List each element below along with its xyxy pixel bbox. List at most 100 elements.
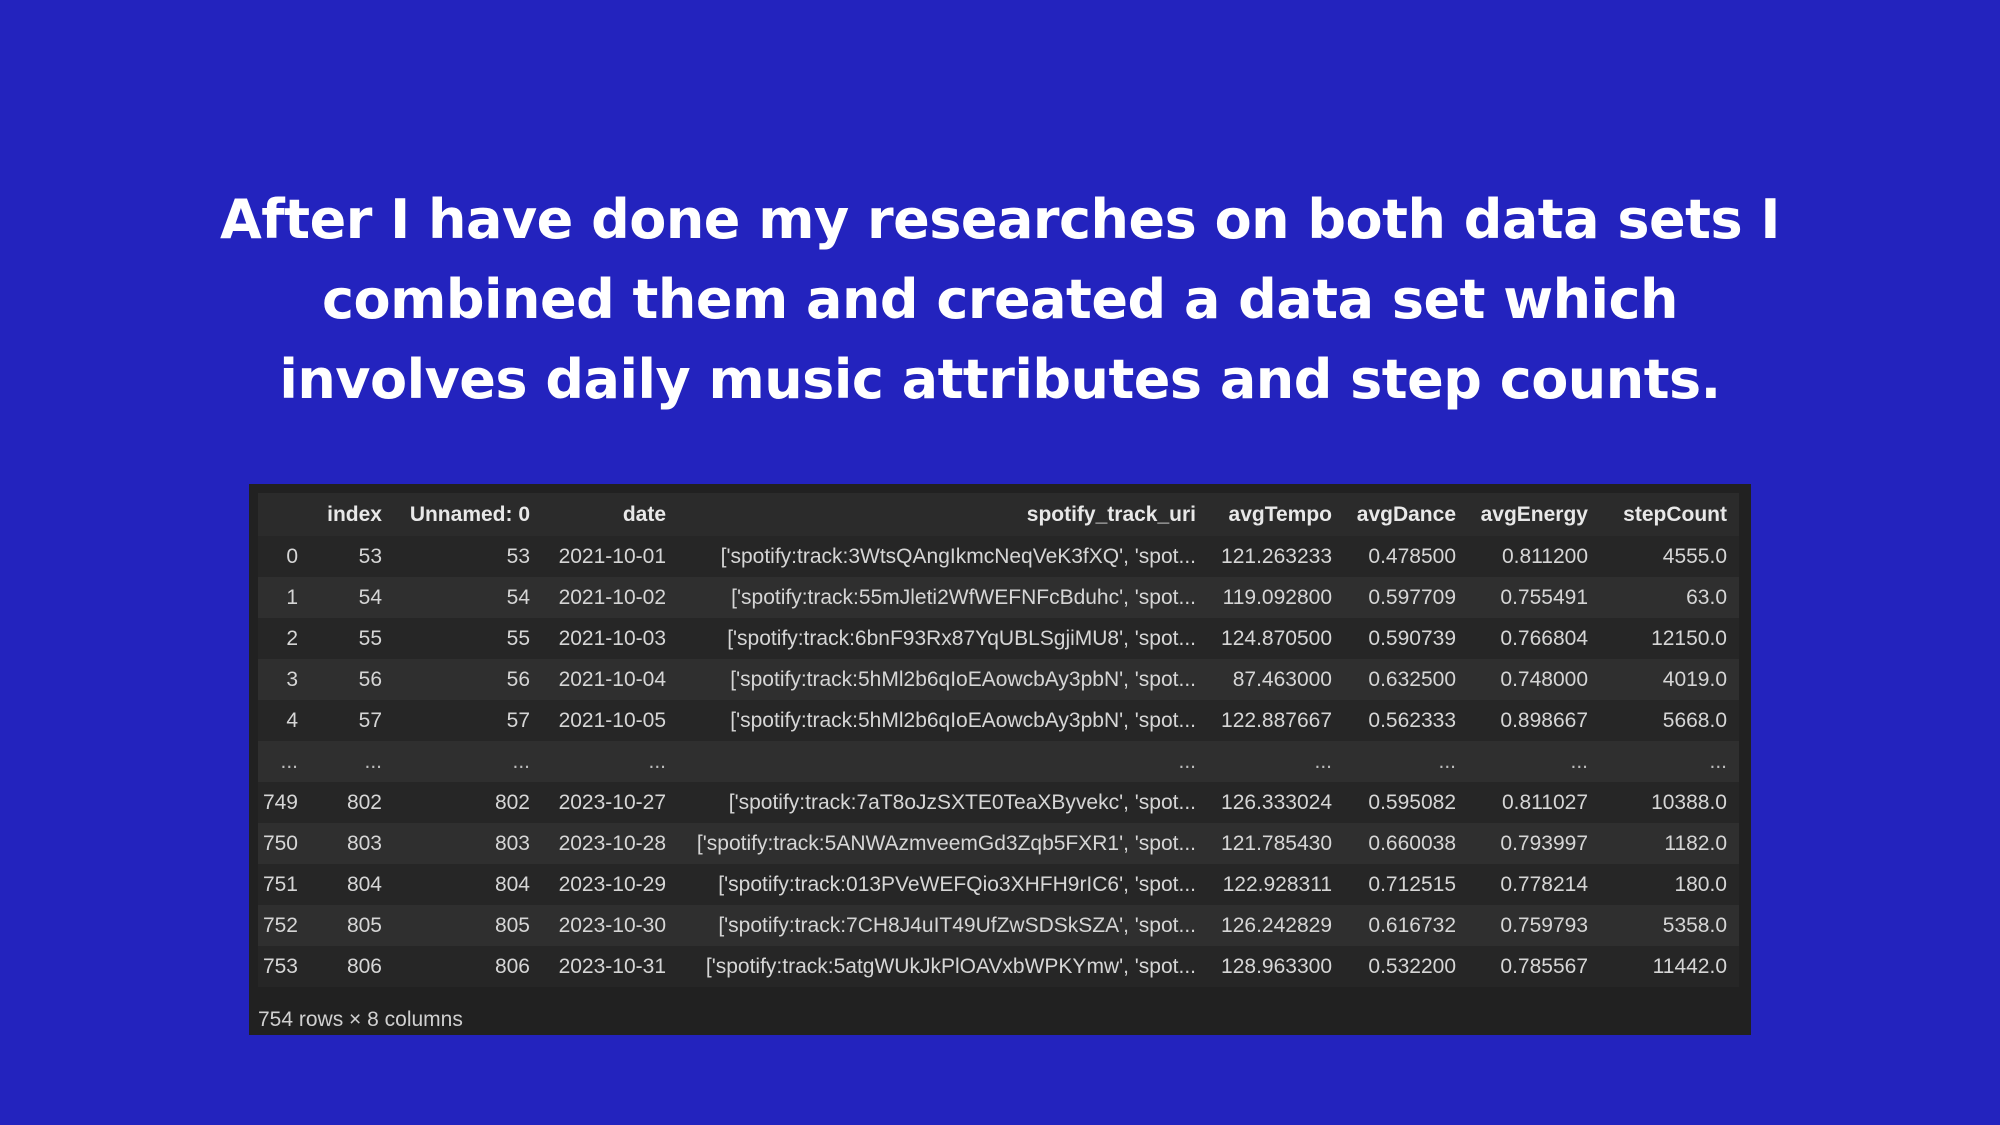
cell-spotify-track-uri: ['spotify:track:7aT8oJzSXTE0TeaXByvekc',…: [728, 790, 1196, 814]
cell-date: 2023-10-27: [558, 790, 666, 814]
cell-avg-dance: 0.532200: [1368, 954, 1456, 978]
cell-row-label: 750: [262, 831, 298, 855]
cell-index: 56: [358, 667, 382, 691]
slide-headline: After I have done my researches on both …: [200, 180, 1800, 420]
cell-date: 2021-10-01: [558, 544, 666, 568]
cell-row-label: 1: [286, 585, 298, 609]
cell-step-count: 63.0: [1686, 585, 1727, 609]
cell-date: 2023-10-29: [558, 872, 666, 896]
cell-avg-dance: 0.712515: [1368, 872, 1456, 896]
cell-row-label: 751: [262, 872, 298, 896]
cell-spotify-track-uri: ['spotify:track:3WtsQAngIkmcNeqVeK3fXQ',…: [720, 544, 1196, 568]
table-header-row: index Unnamed: 0 date spotify_track_uri …: [258, 493, 1739, 536]
cell-index: 803: [346, 831, 382, 855]
cell-avg-dance: 0.562333: [1368, 708, 1456, 732]
cell-avg-tempo: ...: [1314, 749, 1332, 773]
cell-index: 53: [358, 544, 382, 568]
cell-avg-dance: 0.616732: [1368, 913, 1456, 937]
cell-date: 2023-10-31: [558, 954, 666, 978]
cell-unnamed: 56: [506, 667, 530, 691]
cell-unnamed: 802: [494, 790, 530, 814]
table-row: 0 53 53 2021-10-01 ['spotify:track:3WtsQAngI…: [258, 536, 1739, 577]
cell-spotify-track-uri: ['spotify:track:5hMl2b6qIoEAowcbAy3pbN',…: [730, 667, 1196, 691]
cell-avg-tempo: 124.870500: [1221, 626, 1332, 650]
cell-index: 802: [346, 790, 382, 814]
cell-avg-dance: 0.595082: [1368, 790, 1456, 814]
cell-spotify-track-uri: ['spotify:track:013PVeWEFQio3XHFH9rIC6',…: [718, 872, 1196, 896]
table-row: 2 55 55 2021-10-03 ['spotify:track:6bnF93Rx8…: [258, 618, 1739, 659]
table-ellipsis-row: ...........................: [258, 741, 1739, 782]
cell-step-count: 10388.0: [1651, 790, 1727, 814]
table-row: 750 803 803 2023-10-28 ['spotify:track:5ANWA…: [258, 823, 1739, 864]
cell-spotify-track-uri: ['spotify:track:55mJleti2WfWEFNFcBduhc',…: [731, 585, 1196, 609]
table-row: 3 56 56 2021-10-04 ['spotify:track:5hMl2b6qI…: [258, 659, 1739, 700]
table-row: 4 57 57 2021-10-05 ['spotify:track:5hMl2b6qI…: [258, 700, 1739, 741]
cell-row-label: 753: [262, 954, 298, 978]
cell-avg-energy: 0.785567: [1500, 954, 1588, 978]
cell-step-count: 180.0: [1674, 872, 1727, 896]
cell-step-count: 11442.0: [1652, 954, 1727, 978]
cell-avg-energy: ...: [1570, 749, 1588, 773]
cell-step-count: ...: [1709, 749, 1727, 773]
cell-date: ...: [648, 749, 666, 773]
cell-row-label: 4: [286, 708, 298, 732]
cell-spotify-track-uri: ['spotify:track:6bnF93Rx87YqUBLSgjiMU8',…: [727, 626, 1196, 650]
cell-step-count: 5668.0: [1662, 708, 1727, 732]
cell-avg-dance: 0.590739: [1368, 626, 1456, 650]
cell-avg-energy: 0.811027: [1501, 790, 1588, 814]
cell-step-count: 4019.0: [1662, 667, 1727, 691]
cell-avg-tempo: 121.263233: [1221, 544, 1332, 568]
column-header-date: date: [622, 502, 666, 526]
cell-avg-tempo: 128.963300: [1221, 954, 1332, 978]
cell-avg-energy: 0.793997: [1500, 831, 1588, 855]
cell-avg-dance: ...: [1438, 749, 1456, 773]
table-row: 749 802 802 2023-10-27 ['spotify:track:7aT8o…: [258, 782, 1739, 823]
headline-line-3: involves daily music attributes and step…: [279, 348, 1721, 411]
cell-avg-dance: 0.478500: [1368, 544, 1456, 568]
cell-date: 2023-10-30: [558, 913, 666, 937]
headline-line-2: combined them and created a data set whi…: [322, 268, 1679, 331]
cell-avg-tempo: 126.242829: [1221, 913, 1332, 937]
cell-date: 2021-10-04: [558, 667, 666, 691]
column-header-unnamed: Unnamed: 0: [409, 502, 530, 526]
cell-index: 57: [358, 708, 382, 732]
cell-unnamed: 53: [506, 544, 530, 568]
cell-index: 55: [358, 626, 382, 650]
table-row: 1 54 54 2021-10-02 ['spotify:track:55mJleti2…: [258, 577, 1739, 618]
cell-row-label: 0: [286, 544, 298, 568]
slide: After I have done my researches on both …: [0, 0, 2000, 1125]
cell-row-label: 749: [262, 790, 298, 814]
cell-spotify-track-uri: ['spotify:track:5ANWAzmveemGd3Zqb5FXR1',…: [696, 831, 1196, 855]
cell-unnamed: 57: [506, 708, 530, 732]
column-header-avg-tempo: avgTempo: [1228, 502, 1332, 526]
cell-avg-energy: 0.755491: [1500, 585, 1588, 609]
cell-index: 804: [346, 872, 382, 896]
cell-avg-dance: 0.660038: [1368, 831, 1456, 855]
cell-avg-energy: 0.778214: [1500, 872, 1588, 896]
cell-avg-energy: 0.898667: [1500, 708, 1588, 732]
cell-index: 54: [358, 585, 382, 609]
cell-index: ...: [364, 749, 382, 773]
cell-unnamed: 804: [494, 872, 530, 896]
cell-avg-tempo: 119.092800: [1222, 585, 1332, 609]
headline-line-1: After I have done my researches on both …: [220, 188, 1780, 251]
cell-unnamed: 803: [494, 831, 530, 855]
cell-row-label: 2: [286, 626, 298, 650]
cell-date: 2023-10-28: [558, 831, 666, 855]
column-header-step-count: stepCount: [1623, 502, 1727, 526]
cell-unnamed: 55: [506, 626, 530, 650]
cell-avg-dance: 0.597709: [1368, 585, 1456, 609]
column-header-row-index: [258, 493, 310, 536]
cell-step-count: 4555.0: [1662, 544, 1727, 568]
cell-avg-energy: 0.759793: [1500, 913, 1588, 937]
cell-spotify-track-uri: ['spotify:track:5hMl2b6qIoEAowcbAy3pbN',…: [730, 708, 1196, 732]
cell-unnamed: 806: [494, 954, 530, 978]
cell-avg-energy: 0.811200: [1501, 544, 1588, 568]
cell-unnamed: 805: [494, 913, 530, 937]
cell-step-count: 5358.0: [1662, 913, 1727, 937]
cell-avg-tempo: 121.785430: [1221, 831, 1332, 855]
cell-row-label: ...: [280, 749, 298, 773]
column-header-avg-dance: avgDance: [1356, 502, 1456, 526]
cell-index: 805: [346, 913, 382, 937]
dataframe-output: index Unnamed: 0 date spotify_track_uri …: [249, 484, 1751, 1035]
